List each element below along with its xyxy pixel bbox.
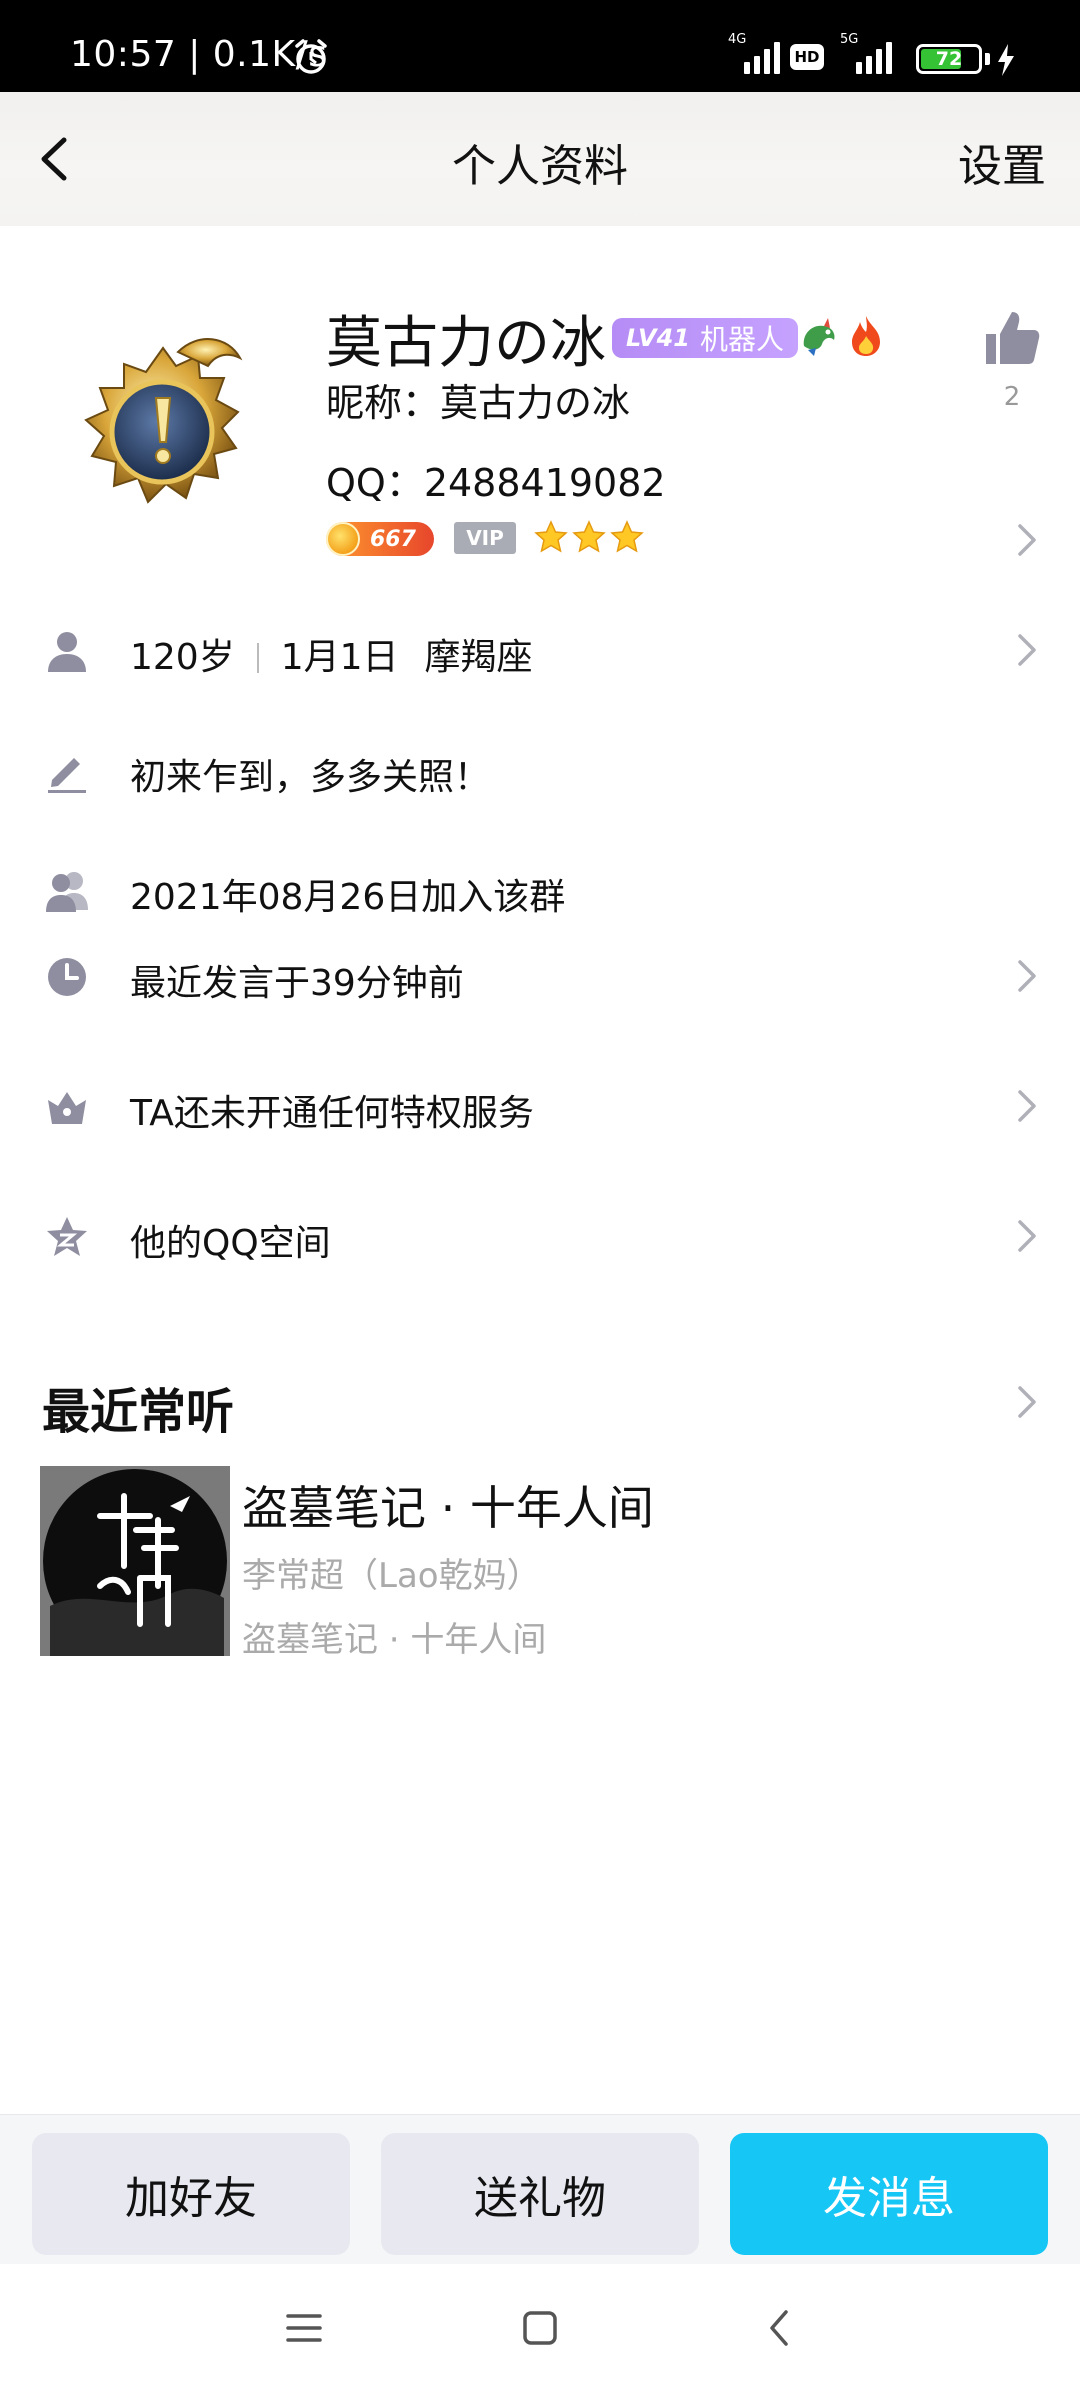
zodiac-text: 摩羯座	[424, 637, 533, 678]
song-album: 盗墓笔记 · 十年人间	[242, 1620, 547, 1660]
vip-badge: VIP	[454, 522, 516, 554]
qzone-star-icon	[47, 1217, 87, 1256]
divider	[256, 643, 259, 673]
thumbs-up-icon[interactable]	[980, 306, 1044, 370]
chevron-right-icon[interactable]	[1016, 522, 1038, 558]
group-members-icon	[46, 872, 88, 912]
top-nav-bar: 个人资料 设置	[0, 92, 1080, 226]
group-join-row: 2021年08月26日加入该群	[0, 850, 1080, 930]
star-icon	[534, 520, 568, 553]
signal-4g-icon: 4G	[728, 32, 780, 74]
profile-name: 莫古力の冰	[326, 311, 606, 376]
signal-5g-icon: 5G	[840, 32, 892, 74]
chevron-right-icon	[1018, 1090, 1036, 1122]
song-artist: 李常超（Lao乾妈）	[242, 1556, 541, 1596]
group-join-text: 2021年08月26日加入该群	[130, 877, 566, 918]
birthday-text: 1月1日	[280, 637, 399, 678]
qzone-text: 他的QQ空间	[130, 1223, 331, 1264]
add-friend-button[interactable]: 加好友	[32, 2133, 350, 2255]
qq-level-stars	[534, 520, 644, 554]
album-cover[interactable]	[40, 1466, 230, 1656]
chevron-right-icon	[1018, 634, 1036, 666]
chevron-right-icon[interactable]	[1016, 1384, 1038, 1420]
nickname-label: 昵称：莫古力の冰	[326, 381, 631, 425]
battery-icon: 72	[916, 44, 982, 74]
hd-icon: HD	[790, 44, 824, 70]
page-title: 个人资料	[452, 141, 628, 192]
fire-icon	[852, 316, 880, 356]
avatar[interactable]	[58, 330, 268, 540]
menu-icon[interactable]	[284, 2308, 324, 2348]
chevron-right-icon	[1018, 1220, 1036, 1252]
status-time: 10:57 | 0.1K/s	[70, 34, 328, 75]
person-icon	[48, 632, 86, 672]
crown-icon	[48, 1092, 86, 1124]
age-text: 120岁	[130, 637, 235, 678]
level-badge: LV41 机器人	[612, 318, 798, 358]
bottom-action-bar: 加好友 送礼物 发消息	[0, 2114, 1080, 2264]
system-navigation-bar	[0, 2264, 1080, 2400]
pencil-icon	[48, 758, 86, 793]
back-icon[interactable]	[760, 2308, 800, 2348]
alarm-icon	[295, 39, 327, 74]
settings-button[interactable]: 设置	[958, 130, 1046, 194]
signature-row: 初来乍到，多多关照！	[0, 730, 1080, 810]
send-message-button[interactable]: 发消息	[730, 2133, 1048, 2255]
send-gift-button[interactable]: 送礼物	[381, 2133, 699, 2255]
signature-text: 初来乍到，多多关照！	[130, 757, 491, 798]
home-icon[interactable]	[520, 2308, 560, 2348]
star-icon	[610, 520, 644, 553]
last-spoke-row[interactable]: 最近发言于39分钟前	[0, 936, 1080, 1016]
recent-music-title: 最近常听	[42, 1384, 235, 1440]
qq-number: QQ：2488419082	[326, 461, 666, 505]
privilege-row[interactable]: TA还未开通任何特权服务	[0, 1066, 1080, 1146]
last-spoke-text: 最近发言于39分钟前	[130, 963, 464, 1004]
song-title[interactable]: 盗墓笔记 · 十年人间	[242, 1472, 654, 1538]
like-count: 2	[1003, 382, 1021, 412]
chevron-right-icon	[1018, 960, 1036, 992]
status-bar: 10:57 | 0.1K/s 4G HD 5G 72	[0, 0, 1080, 92]
charging-icon	[998, 44, 1014, 76]
privilege-text: TA还未开通任何特权服务	[130, 1093, 534, 1134]
clock-icon	[48, 958, 86, 996]
basic-info-row[interactable]: 120岁 1月1日 摩羯座	[0, 610, 1080, 690]
qzone-row[interactable]: 他的QQ空间	[0, 1196, 1080, 1276]
coin-icon	[326, 522, 360, 556]
dragon-icon	[803, 318, 835, 356]
star-icon	[572, 520, 606, 553]
coin-level-badge: 667	[326, 522, 434, 556]
